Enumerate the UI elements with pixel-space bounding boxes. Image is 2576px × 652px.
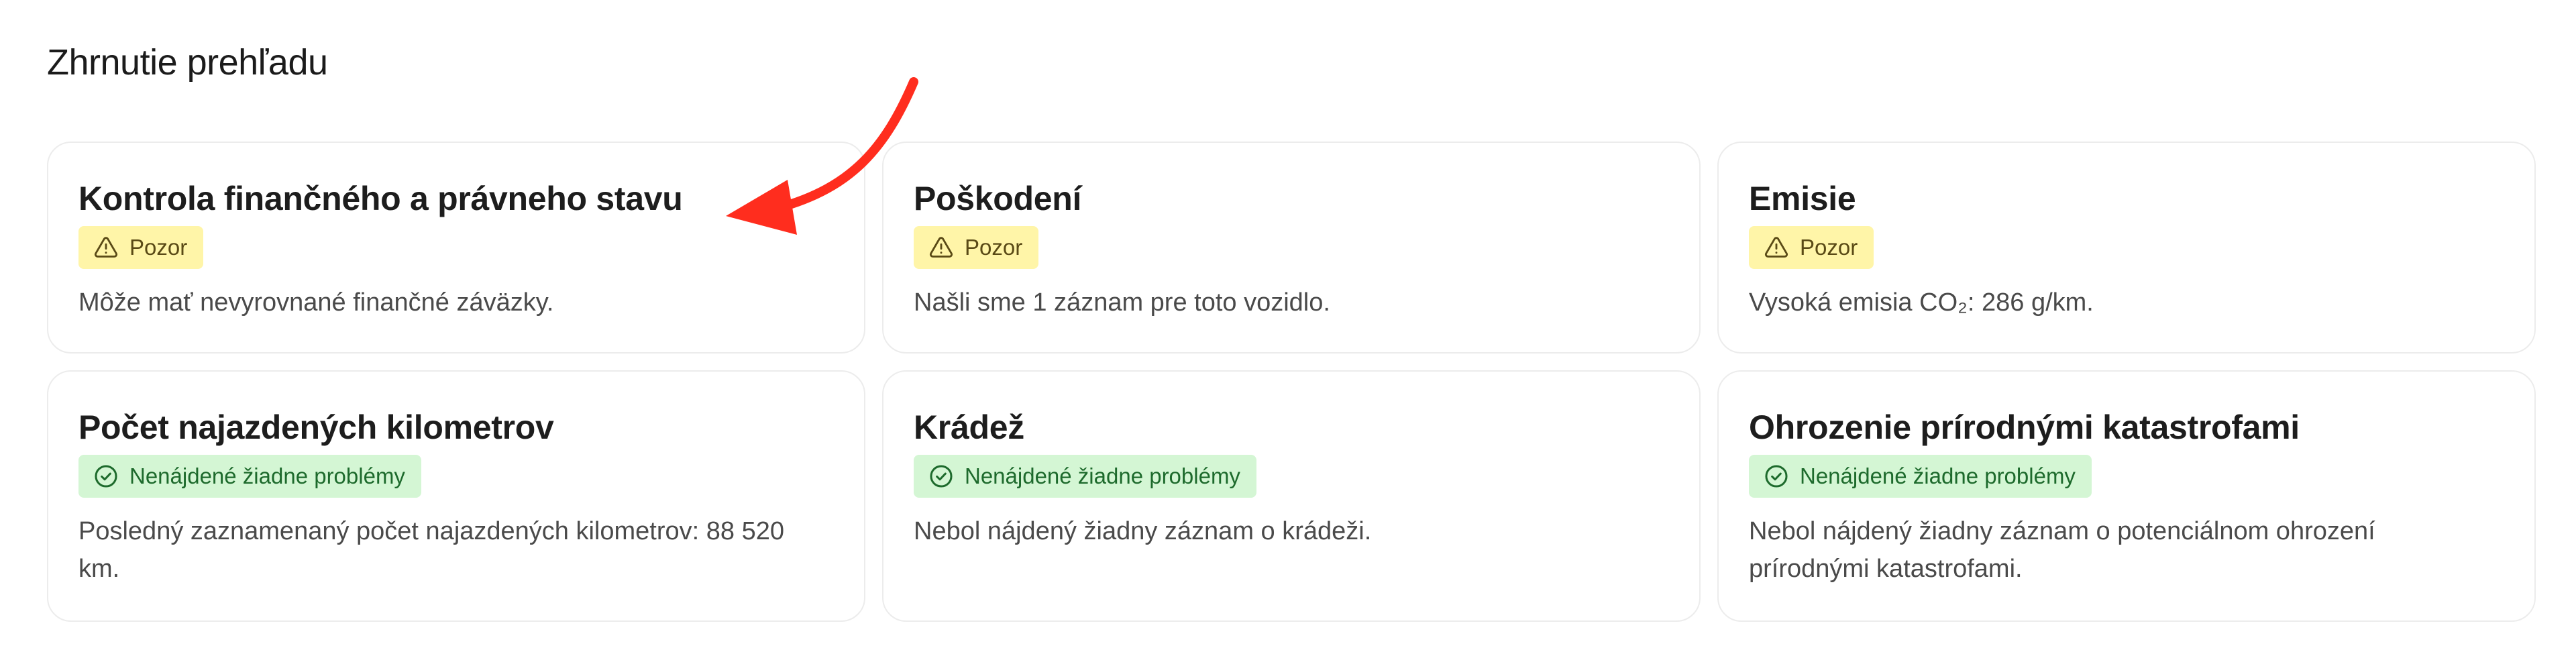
card-mileage[interactable]: Počet najazdených kilometrov Nenájdené ž… [47,370,865,622]
status-badge: Nenájdené žiadne problémy [914,455,1256,498]
annotation-arrow-icon [726,77,918,235]
status-badge-label: Pozor [129,235,188,260]
status-badge-label: Pozor [1800,235,1858,260]
status-badge-label: Pozor [965,235,1023,260]
card-title: Poškodení [914,180,1082,217]
card-damage[interactable]: Poškodení Pozor Našli sme 1 záznam pre t… [882,142,1701,354]
warning-triangle-icon [1764,235,1789,260]
card-description: Vysoká emisia CO₂: 286 g/km. [1749,288,2094,317]
status-badge: Nenájdené žiadne problémy [78,455,421,498]
check-circle-icon [1764,464,1789,489]
status-badge: Pozor [1749,226,1874,269]
check-circle-icon [93,464,119,489]
summary-grid: Kontrola finančného a právneho stavu Poz… [47,142,2536,622]
card-description: Môže mať nevyrovnané finančné záväzky. [78,288,554,317]
status-badge: Pozor [78,226,204,269]
check-circle-icon [928,464,954,489]
card-title: Emisie [1749,180,1856,217]
card-description: Našli sme 1 záznam pre toto vozidlo. [914,288,1330,317]
card-title: Krádež [914,409,1024,446]
status-badge-label: Nenájdené žiadne problémy [129,464,405,488]
status-badge: Nenájdené žiadne problémy [1749,455,2092,498]
card-theft[interactable]: Krádež Nenájdené žiadne problémy Nebol n… [882,370,1701,622]
status-badge-label: Nenájdené žiadne problémy [1800,464,2076,488]
card-emissions[interactable]: Emisie Pozor Vysoká emisia CO₂: 286 g/km… [1717,142,2536,354]
card-natural-disasters[interactable]: Ohrozenie prírodnými katastrofami Nenájd… [1717,370,2536,622]
card-description: Posledný zaznamenaný počet najazdených k… [78,517,784,583]
card-description: Nebol nájdený žiadny záznam o krádeži. [914,517,1372,545]
card-title: Ohrozenie prírodnými katastrofami [1749,409,2300,446]
warning-triangle-icon [93,235,119,260]
card-title: Počet najazdených kilometrov [78,409,554,446]
status-badge-label: Nenájdené žiadne problémy [965,464,1240,488]
card-description: Nebol nájdený žiadny záznam o potenciáln… [1749,517,2375,583]
page-title: Zhrnutie prehľadu [47,42,328,83]
